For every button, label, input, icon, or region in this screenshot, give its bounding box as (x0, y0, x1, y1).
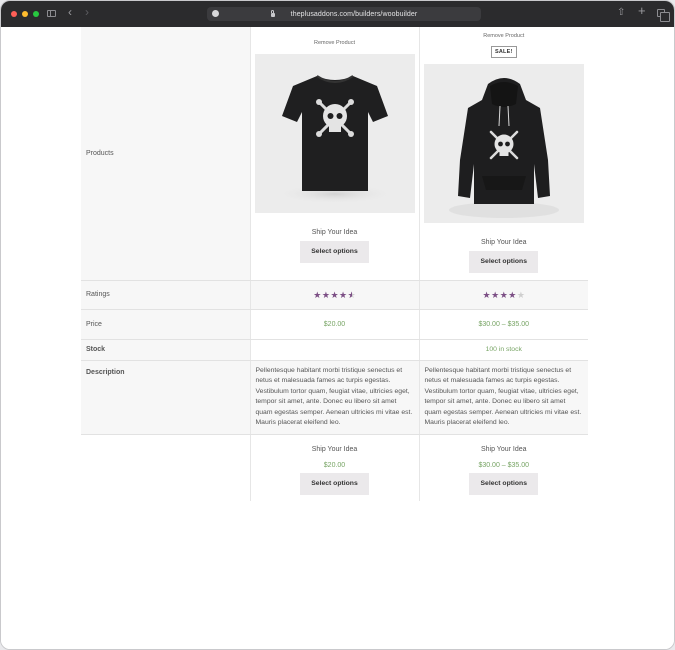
url-text: theplusaddons.com/builders/woobuilder (290, 10, 418, 18)
address-bar[interactable]: theplusaddons.com/builders/woobuilder (207, 7, 481, 21)
new-tab-icon[interactable]: + (638, 4, 646, 17)
star-icon: ★ (339, 289, 348, 300)
forward-arrow-icon[interactable]: › (85, 6, 89, 18)
star-icon: ★ (482, 289, 491, 300)
description-cell: Pellentesque habitant morbi tristique se… (418, 360, 588, 436)
product-compare-table: Products Remove Product Ship Your Idea S… (81, 27, 588, 501)
lock-icon (270, 10, 275, 17)
rating-cell: ★ ★ ★ ★ ★ (418, 280, 588, 310)
site-favicon-icon (212, 10, 219, 17)
rating-stars: ★ ★ ★ ★ ★ (313, 290, 355, 300)
product-cell: Remove Product SALE! Ship Your Idea Sele… (418, 27, 589, 281)
product-image[interactable] (254, 54, 415, 213)
product-title[interactable]: Ship Your Idea (251, 446, 419, 453)
product-price: $20.00 (323, 462, 346, 470)
stock-cell: 100 in stock (418, 339, 588, 361)
product-price: $20.00 (323, 320, 346, 328)
hoodie-image (448, 78, 559, 218)
share-icon[interactable]: ⇧ (617, 7, 625, 19)
window-controls (11, 11, 39, 17)
table-row: Stock 100 in stock (81, 339, 588, 361)
half-star-icon: ★ (348, 290, 356, 300)
footer-label-cell (81, 434, 250, 501)
product-title[interactable]: Ship Your Idea (420, 446, 589, 453)
table-row: Ratings ★ ★ ★ ★ ★ ★ ★ ★ ★ ★ (81, 280, 588, 310)
price-label: Price (81, 309, 250, 340)
sidebar-toggle-icon[interactable] (47, 10, 56, 17)
product-title[interactable]: Ship Your Idea (251, 229, 419, 236)
browser-window: ‹ › theplusaddons.com/builders/woobuilde… (0, 0, 675, 650)
price-cell: $30.00 – $35.00 (418, 309, 588, 340)
star-icon: ★ (321, 289, 330, 300)
product-title[interactable]: Ship Your Idea (420, 239, 589, 246)
description-label: Description (81, 360, 250, 436)
close-window-button[interactable] (11, 11, 17, 17)
table-row: Products Remove Product Ship Your Idea S… (81, 27, 589, 281)
stock-cell (249, 339, 419, 361)
star-icon: ★ (313, 289, 322, 300)
star-icon: ★ (508, 289, 517, 300)
select-options-button[interactable]: Select options (300, 473, 369, 496)
footer-cell: Ship Your Idea $20.00 Select options (249, 434, 419, 501)
back-arrow-icon[interactable]: ‹ (68, 6, 72, 18)
stock-label: Stock (81, 339, 250, 361)
description-cell: Pellentesque habitant morbi tristique se… (249, 360, 419, 436)
product-price: $30.00 – $35.00 (478, 320, 530, 328)
tab-overview-icon[interactable] (657, 9, 670, 22)
browser-toolbar: ‹ › theplusaddons.com/builders/woobuilde… (1, 1, 674, 27)
select-options-button[interactable]: Select options (300, 241, 369, 263)
product-price: $30.00 – $35.00 (478, 462, 530, 470)
product-cell: Remove Product Ship Your Idea Select opt… (249, 27, 419, 281)
star-icon: ★ (491, 289, 500, 300)
star-icon: ★ (499, 289, 508, 300)
empty-star-icon: ★ (516, 289, 525, 300)
tshirt-image (274, 75, 395, 204)
ratings-label: Ratings (81, 280, 250, 310)
select-options-button[interactable]: Select options (469, 251, 539, 273)
products-label: Products (81, 27, 250, 281)
remove-product-link[interactable]: Remove Product (420, 33, 589, 39)
table-row: Price $20.00 $30.00 – $35.00 (81, 309, 588, 340)
star-icon: ★ (330, 289, 339, 300)
rating-cell: ★ ★ ★ ★ ★ (249, 280, 419, 310)
remove-product-link[interactable]: Remove Product (251, 40, 419, 46)
product-image[interactable] (423, 64, 584, 223)
sale-badge: SALE! (491, 46, 517, 58)
table-row: Ship Your Idea $20.00 Select options Shi… (81, 434, 589, 501)
table-row: Description Pellentesque habitant morbi … (81, 360, 588, 436)
stock-status: 100 in stock (485, 346, 522, 353)
minimize-window-button[interactable] (22, 11, 28, 17)
footer-cell: Ship Your Idea $30.00 – $35.00 Select op… (418, 434, 589, 501)
zoom-window-button[interactable] (33, 11, 39, 17)
select-options-button[interactable]: Select options (469, 473, 539, 496)
price-cell: $20.00 (249, 309, 419, 340)
page-content: Products Remove Product Ship Your Idea S… (1, 27, 674, 649)
rating-stars: ★ ★ ★ ★ ★ (483, 290, 525, 300)
